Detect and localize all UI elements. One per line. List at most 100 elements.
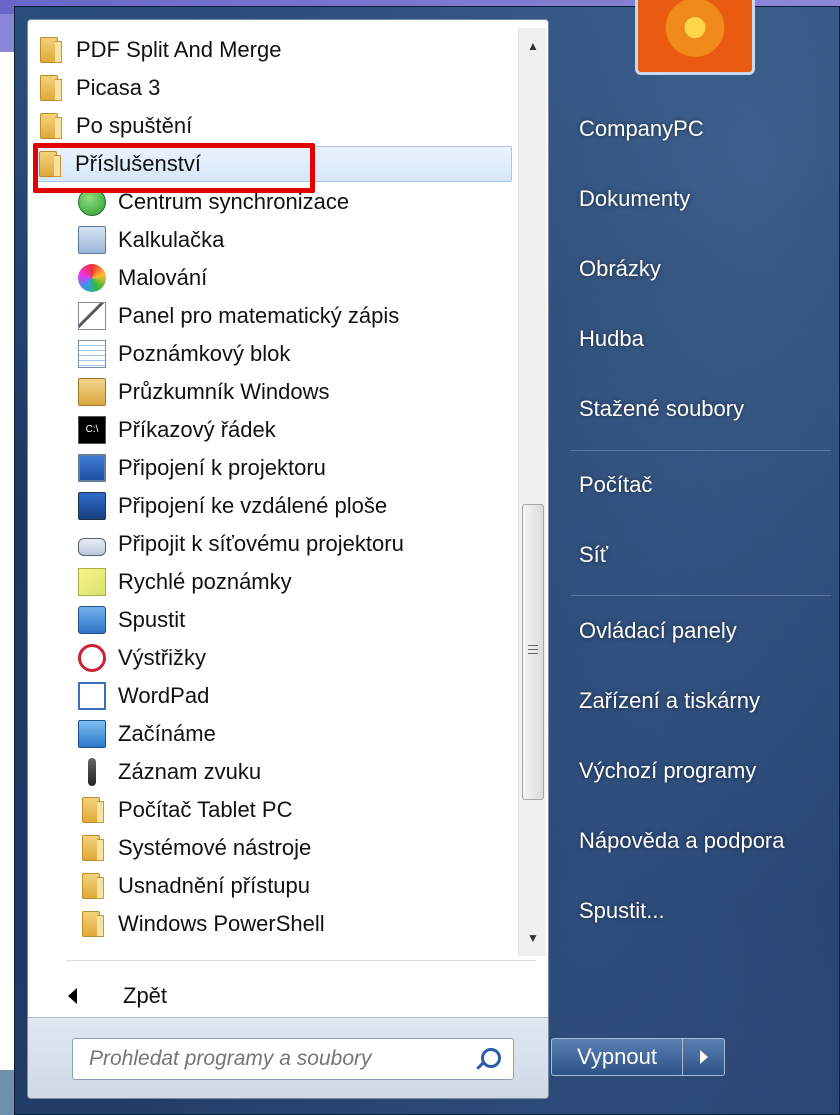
program-panel-pro-matematicky-zapis[interactable]: Panel pro matematický zápis — [78, 298, 518, 334]
program-label: PDF Split And Merge — [76, 37, 282, 62]
program-label: Připojení k projektoru — [118, 455, 326, 480]
scrollbar-thumb[interactable] — [522, 504, 544, 800]
program-folder-windows-powershell[interactable]: Windows PowerShell — [78, 906, 518, 942]
program-label: Kalkulačka — [118, 227, 225, 252]
program-label: Malování — [118, 265, 208, 290]
program-zaciname[interactable]: Začínáme — [78, 716, 518, 752]
wordpad-icon — [78, 682, 106, 710]
program-spustit[interactable]: Spustit — [78, 602, 518, 638]
shutdown-button[interactable]: Vypnout — [551, 1038, 683, 1076]
right-item-pocitac[interactable]: Počítač — [579, 465, 652, 505]
search-area — [28, 1017, 548, 1098]
search-input[interactable] — [87, 1046, 471, 1072]
programs-scrollbar[interactable]: ▲ ▼ — [518, 28, 546, 956]
right-item-companypc[interactable]: CompanyPC — [579, 109, 704, 149]
run-icon — [78, 606, 106, 634]
program-label: Výstřižky — [118, 645, 206, 670]
shutdown-options-button[interactable] — [683, 1038, 725, 1076]
program-pruzkumnik-windows[interactable]: Průzkumník Windows — [78, 374, 518, 410]
notepad-icon — [78, 340, 106, 368]
program-rychle-poznamky[interactable]: Rychlé poznámky — [78, 564, 518, 600]
program-folder-systemove-nastroje[interactable]: Systémové nástroje — [78, 830, 518, 866]
right-separator — [571, 450, 831, 451]
right-item-stazene-soubory[interactable]: Stažené soubory — [579, 389, 744, 429]
right-item-sit[interactable]: Síť — [579, 535, 608, 575]
folder-icon — [40, 37, 62, 63]
program-folder-usnadneni-pristupu[interactable]: Usnadnění přístupu — [78, 868, 518, 904]
program-pripojit-k-sitovemu-projektoru[interactable]: Připojit k síťovému projektoru — [78, 526, 518, 562]
program-label: Počítač Tablet PC — [118, 797, 293, 822]
scrollbar-grip-icon — [528, 645, 538, 655]
programs-divider — [66, 960, 536, 961]
right-item-vychozi-programy[interactable]: Výchozí programy — [579, 751, 756, 791]
network-projector-icon — [78, 537, 106, 556]
program-label: Záznam zvuku — [118, 759, 262, 784]
program-folder-picasa-3[interactable]: Picasa 3 — [36, 70, 512, 106]
program-kalkulacka[interactable]: Kalkulačka — [78, 222, 518, 258]
program-zaznam-zvuku[interactable]: Záznam zvuku — [78, 754, 518, 790]
folder-icon — [82, 797, 104, 823]
math-input-icon — [78, 302, 106, 330]
projector-icon — [78, 454, 106, 482]
start-menu: PDF Split And Merge Picasa 3 Po spuštění… — [14, 0, 840, 1115]
folder-icon — [82, 835, 104, 861]
program-label: Usnadnění přístupu — [118, 873, 311, 898]
program-wordpad[interactable]: WordPad — [78, 678, 518, 714]
folder-icon — [40, 75, 62, 101]
program-poznamkovy-blok[interactable]: Poznámkový blok — [78, 336, 518, 372]
scroll-down-arrow-icon[interactable]: ▼ — [519, 924, 547, 952]
search-box[interactable] — [72, 1038, 514, 1080]
search-icon[interactable] — [481, 1048, 501, 1068]
paint-icon — [78, 264, 106, 292]
explorer-icon — [78, 378, 106, 406]
folder-icon — [40, 113, 62, 139]
program-label: Po spuštění — [76, 113, 193, 138]
program-prikazovy-radek[interactable]: C:\ Příkazový řádek — [78, 412, 518, 448]
program-folder-pocitac-tablet-pc[interactable]: Počítač Tablet PC — [78, 792, 518, 828]
right-item-obrazky[interactable]: Obrázky — [579, 249, 661, 289]
program-label: Rychlé poznámky — [118, 569, 292, 594]
right-separator — [571, 595, 831, 596]
highlight-annotation — [33, 143, 315, 193]
program-label: Příkazový řádek — [118, 417, 276, 442]
program-label: Panel pro matematický zápis — [118, 303, 400, 328]
folder-icon — [82, 911, 104, 937]
shutdown-controls: Vypnout — [551, 1038, 725, 1076]
right-item-hudba[interactable]: Hudba — [579, 319, 644, 359]
program-pripojeni-k-projektoru[interactable]: Připojení k projektoru — [78, 450, 518, 486]
program-label: Začínáme — [118, 721, 216, 746]
program-vystrizky[interactable]: Výstřižky — [78, 640, 518, 676]
program-label: Připojení ke vzdálené ploše — [118, 493, 388, 518]
calculator-icon — [78, 226, 106, 254]
program-label: Průzkumník Windows — [118, 379, 330, 404]
program-label: Připojit k síťovému projektoru — [118, 531, 404, 556]
program-label: Windows PowerShell — [118, 911, 325, 936]
remote-desktop-icon — [78, 492, 106, 520]
program-malovani[interactable]: Malování — [78, 260, 518, 296]
program-label: Spustit — [118, 607, 186, 632]
program-label: Systémové nástroje — [118, 835, 312, 860]
program-pripojeni-ke-vzdalene-plose[interactable]: Připojení ke vzdálené ploše — [78, 488, 518, 524]
sticky-notes-icon — [78, 568, 106, 596]
microphone-icon — [88, 758, 96, 786]
right-item-dokumenty[interactable]: Dokumenty — [579, 179, 690, 219]
program-label: Poznámkový blok — [118, 341, 291, 366]
getting-started-icon — [78, 720, 106, 748]
right-item-napoveda-a-podpora[interactable]: Nápověda a podpora — [579, 821, 785, 861]
right-item-ovladaci-panely[interactable]: Ovládací panely — [579, 611, 737, 651]
chevron-right-icon — [699, 1050, 708, 1064]
program-folder-pdf-split-and-merge[interactable]: PDF Split And Merge — [36, 32, 512, 68]
right-item-zarizeni-a-tiskarny[interactable]: Zařízení a tiskárny — [579, 681, 760, 721]
back-label: Zpět — [123, 983, 168, 1008]
back-button[interactable]: Zpět — [62, 978, 522, 1014]
scroll-up-arrow-icon[interactable]: ▲ — [519, 32, 547, 60]
command-prompt-icon: C:\ — [78, 416, 106, 444]
right-item-spustit[interactable]: Spustit... — [579, 891, 665, 931]
program-folder-po-spusteni[interactable]: Po spuštění — [36, 108, 512, 144]
back-arrow-icon — [68, 988, 77, 1004]
desktop-background-band-bottom — [0, 1070, 14, 1115]
snipping-tool-icon — [78, 644, 106, 672]
user-picture-avatar[interactable] — [635, 0, 755, 75]
folder-icon — [82, 873, 104, 899]
program-label: WordPad — [118, 683, 210, 708]
